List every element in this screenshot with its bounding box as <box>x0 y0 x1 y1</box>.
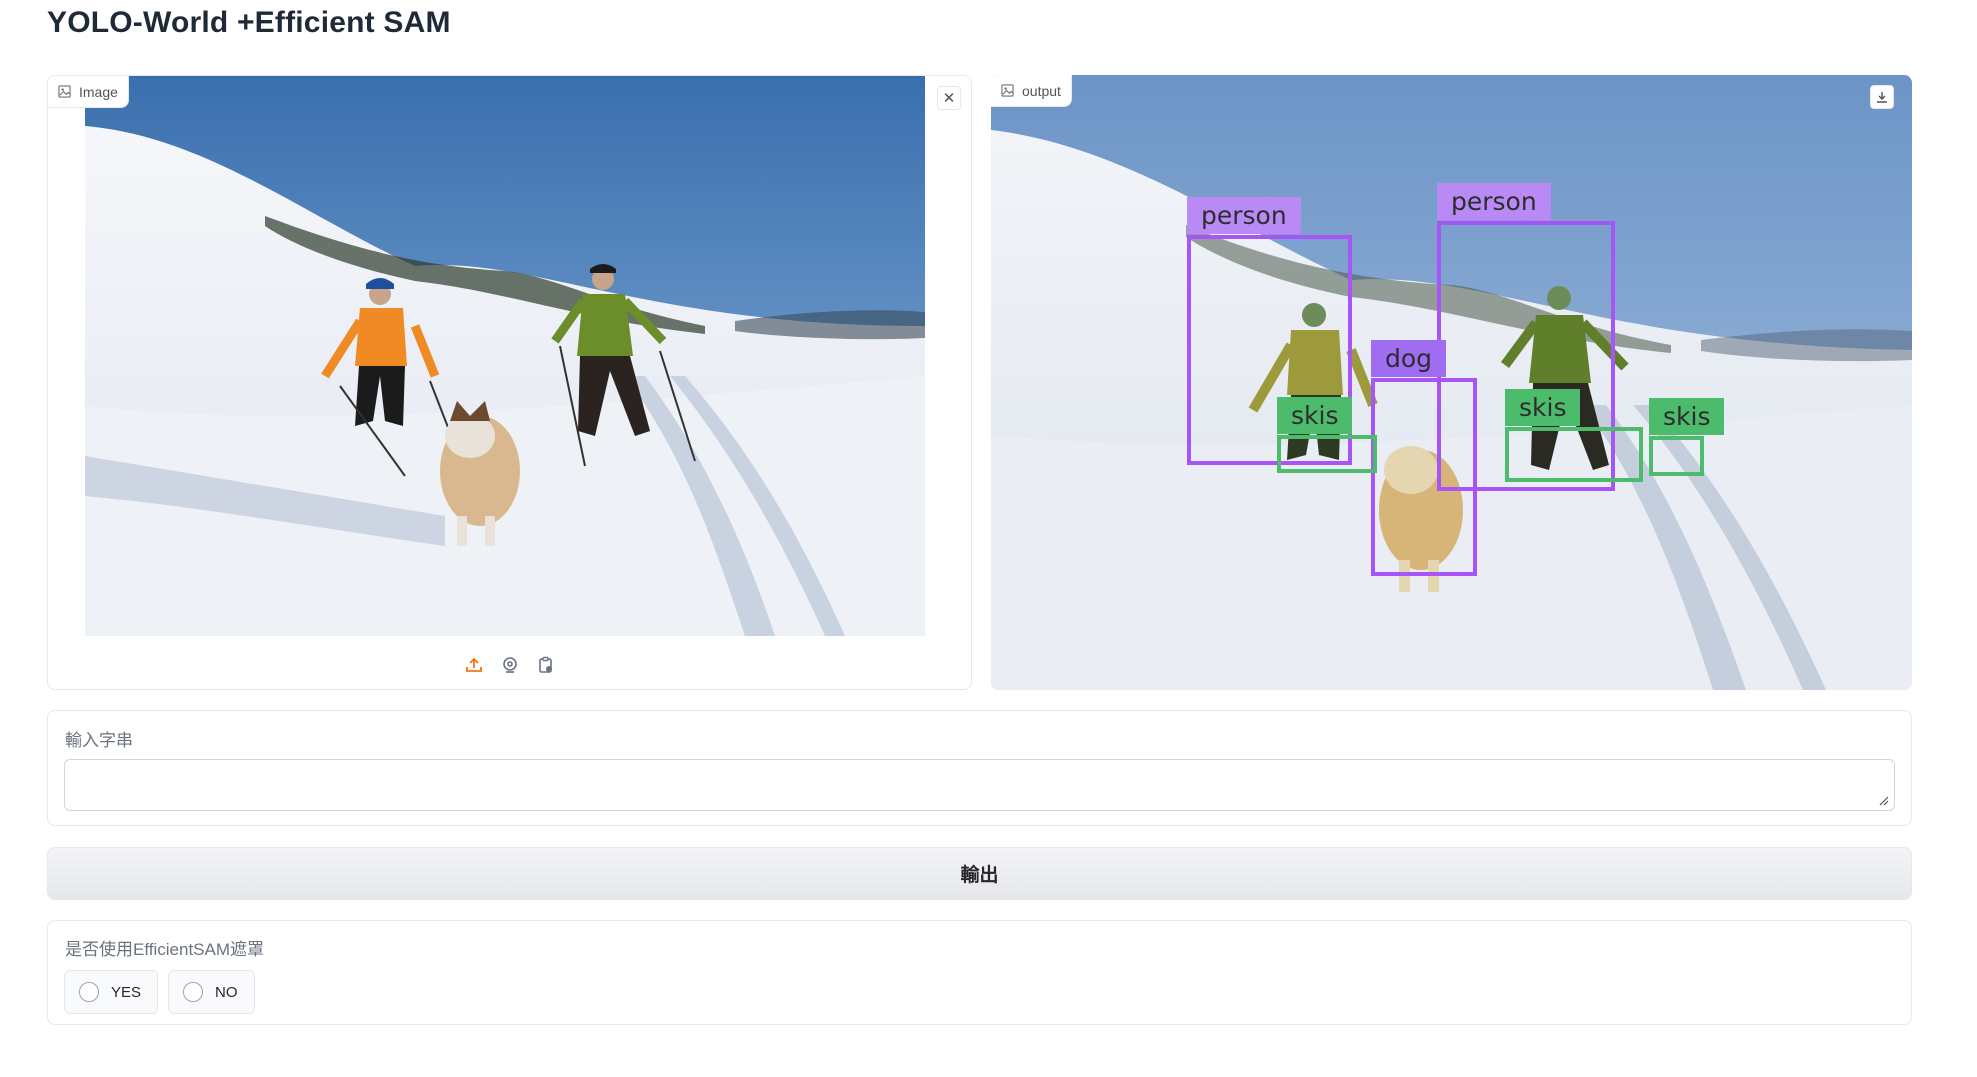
radio-button[interactable] <box>183 982 204 1002</box>
submit-button[interactable]: 輸出 <box>47 847 1912 900</box>
detection-label-skis: skis <box>1649 398 1725 435</box>
detection-box-skis <box>1649 436 1704 476</box>
detection-label-skis: skis <box>1505 389 1581 426</box>
clipboard-icon[interactable] <box>535 654 557 676</box>
output-image-panel: output person person dog skis skis skis <box>991 75 1912 690</box>
download-icon[interactable] <box>1870 85 1894 109</box>
upload-icon[interactable] <box>463 654 485 676</box>
image-icon <box>58 85 71 98</box>
text-input-label: 輸入字串 <box>65 731 133 750</box>
mask-option-group: YES NO <box>64 970 255 1014</box>
input-image-preview <box>85 76 925 636</box>
detection-label-person: person <box>1437 183 1551 220</box>
detection-box-skis <box>1505 427 1643 482</box>
radio-option-label: YES <box>111 983 142 1001</box>
detection-box-skis <box>1277 435 1377 473</box>
text-input-field[interactable] <box>64 759 1895 811</box>
radio-option-yes[interactable]: YES <box>64 970 159 1014</box>
output-image-label-text: output <box>1022 82 1061 99</box>
text-input-panel: 輸入字串 <box>47 710 1912 826</box>
radio-option-label: NO <box>215 983 238 1001</box>
output-image-label: output <box>991 75 1072 107</box>
mask-option-panel: 是否使用EfficientSAM遮罩 YES NO <box>47 920 1912 1025</box>
close-icon[interactable]: ✕ <box>937 86 961 110</box>
page-title: YOLO-World +Efficient SAM <box>47 6 451 39</box>
radio-option-no[interactable]: NO <box>168 970 255 1014</box>
detection-label-skis: skis <box>1277 397 1353 434</box>
image-icon <box>1001 84 1014 97</box>
detection-label-person: person <box>1187 197 1301 234</box>
mask-option-label: 是否使用EfficientSAM遮罩 <box>65 940 265 959</box>
resize-handle-icon[interactable] <box>1879 796 1889 806</box>
detection-box-dog <box>1371 378 1477 576</box>
input-image-panel[interactable]: Image ✕ <box>47 75 972 690</box>
radio-button[interactable] <box>79 982 99 1002</box>
image-source-buttons <box>48 654 971 676</box>
input-image-label-text: Image <box>79 83 118 100</box>
webcam-icon[interactable] <box>499 654 521 676</box>
input-image-label: Image <box>48 76 129 108</box>
detection-label-dog: dog <box>1371 340 1447 377</box>
